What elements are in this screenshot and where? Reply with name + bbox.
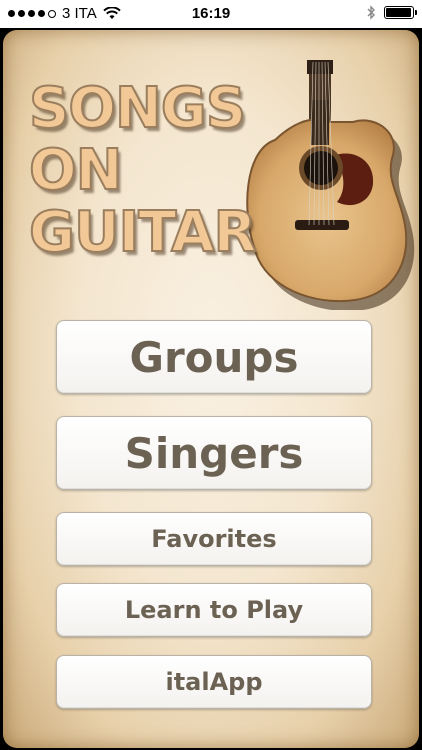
title-line-guitar: GUITAR <box>28 200 258 265</box>
battery-fill <box>386 8 411 17</box>
clock: 16:19 <box>191 5 231 22</box>
italapp-button[interactable]: italApp <box>56 655 372 709</box>
title-line-songs: SONGS <box>28 76 247 141</box>
favorites-button[interactable]: Favorites <box>56 512 372 566</box>
groups-button[interactable]: Groups <box>56 320 372 394</box>
main-panel: SONGS ON GUITAR Groups Singers Favorites… <box>3 30 419 748</box>
bluetooth-icon <box>367 5 375 20</box>
learn-to-play-button[interactable]: Learn to Play <box>56 583 372 637</box>
app-title: SONGS ON GUITAR <box>28 76 329 265</box>
singers-button[interactable]: Singers <box>56 416 372 490</box>
status-right <box>367 5 417 20</box>
status-bar: 3 ITA 16:19 <box>0 0 422 28</box>
title-line-on: ON <box>28 138 123 203</box>
battery-icon <box>384 6 417 19</box>
